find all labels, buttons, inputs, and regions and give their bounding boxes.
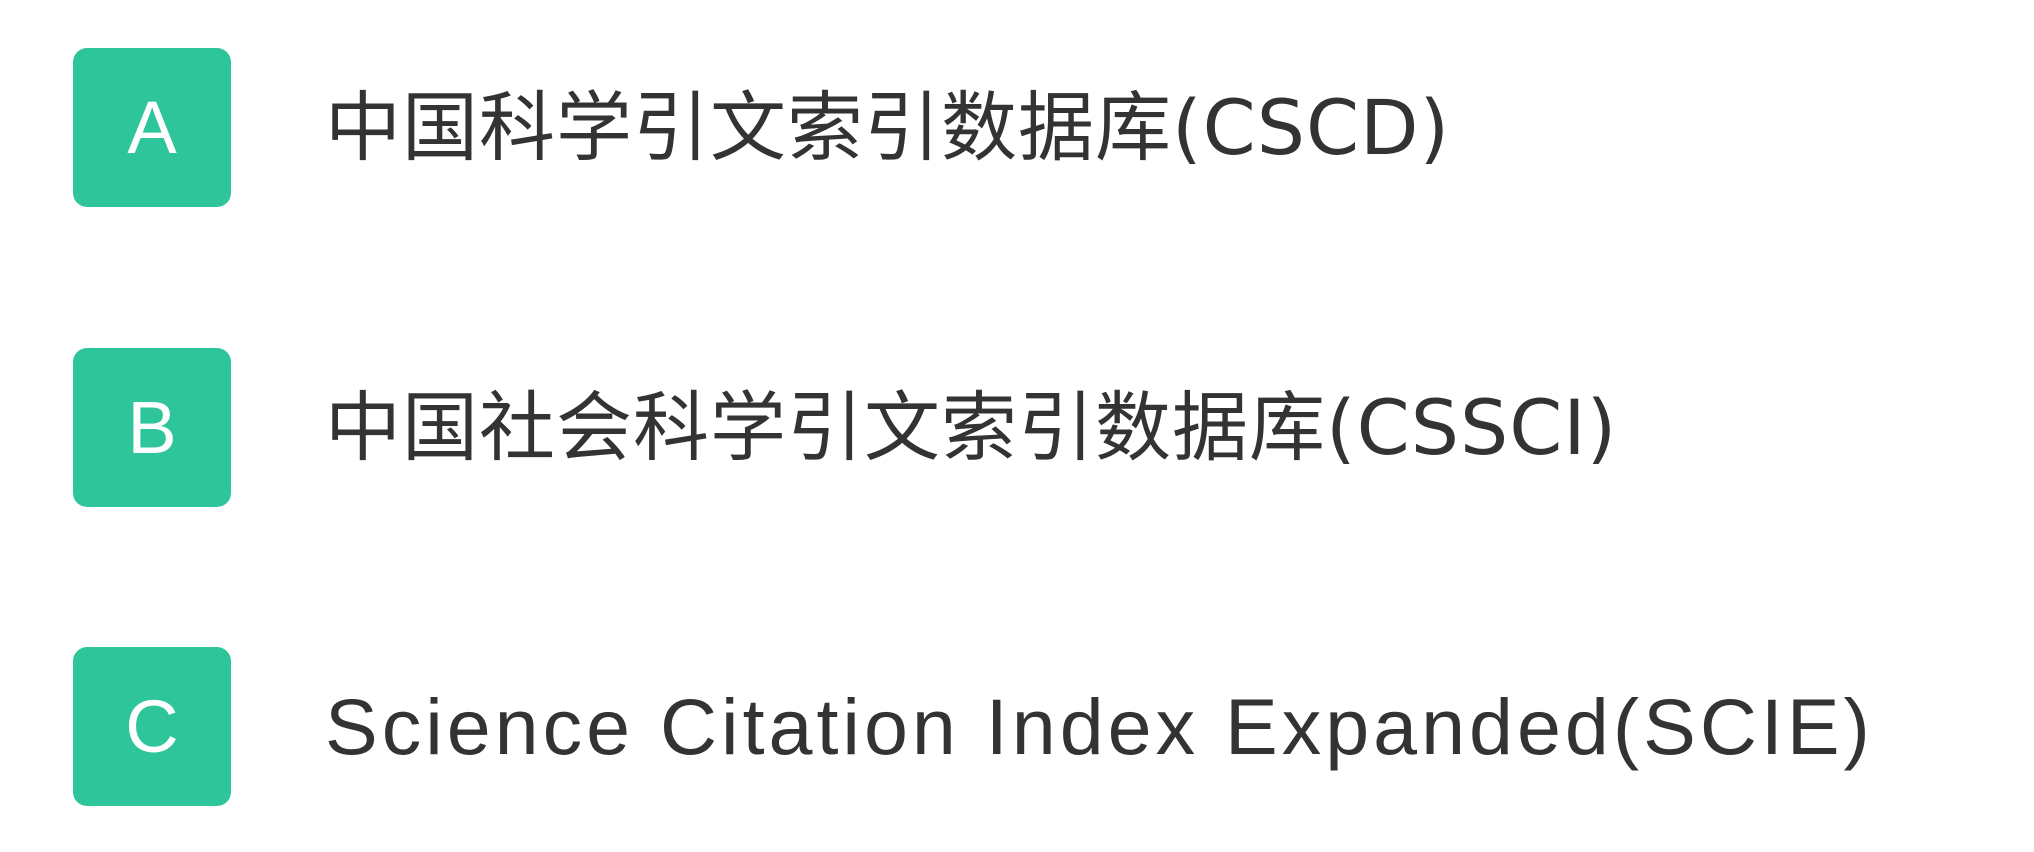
option-a[interactable]: A 中国科学引文索引数据库(CSCD) [73, 48, 1450, 207]
option-text: Science Citation Index Expanded(SCIE) [325, 682, 1874, 771]
answer-options-list: A 中国科学引文索引数据库(CSCD) B 中国社会科学引文索引数据库(CSSC… [0, 0, 2034, 852]
option-letter-badge: C [73, 647, 231, 806]
option-letter-badge: A [73, 48, 231, 207]
option-c[interactable]: C Science Citation Index Expanded(SCIE) [73, 647, 1874, 806]
option-text: 中国社会科学引文索引数据库(CSSCI) [325, 382, 1618, 472]
option-b[interactable]: B 中国社会科学引文索引数据库(CSSCI) [73, 348, 1617, 507]
option-text: 中国科学引文索引数据库(CSCD) [325, 82, 1451, 172]
option-letter-badge: B [73, 348, 231, 507]
